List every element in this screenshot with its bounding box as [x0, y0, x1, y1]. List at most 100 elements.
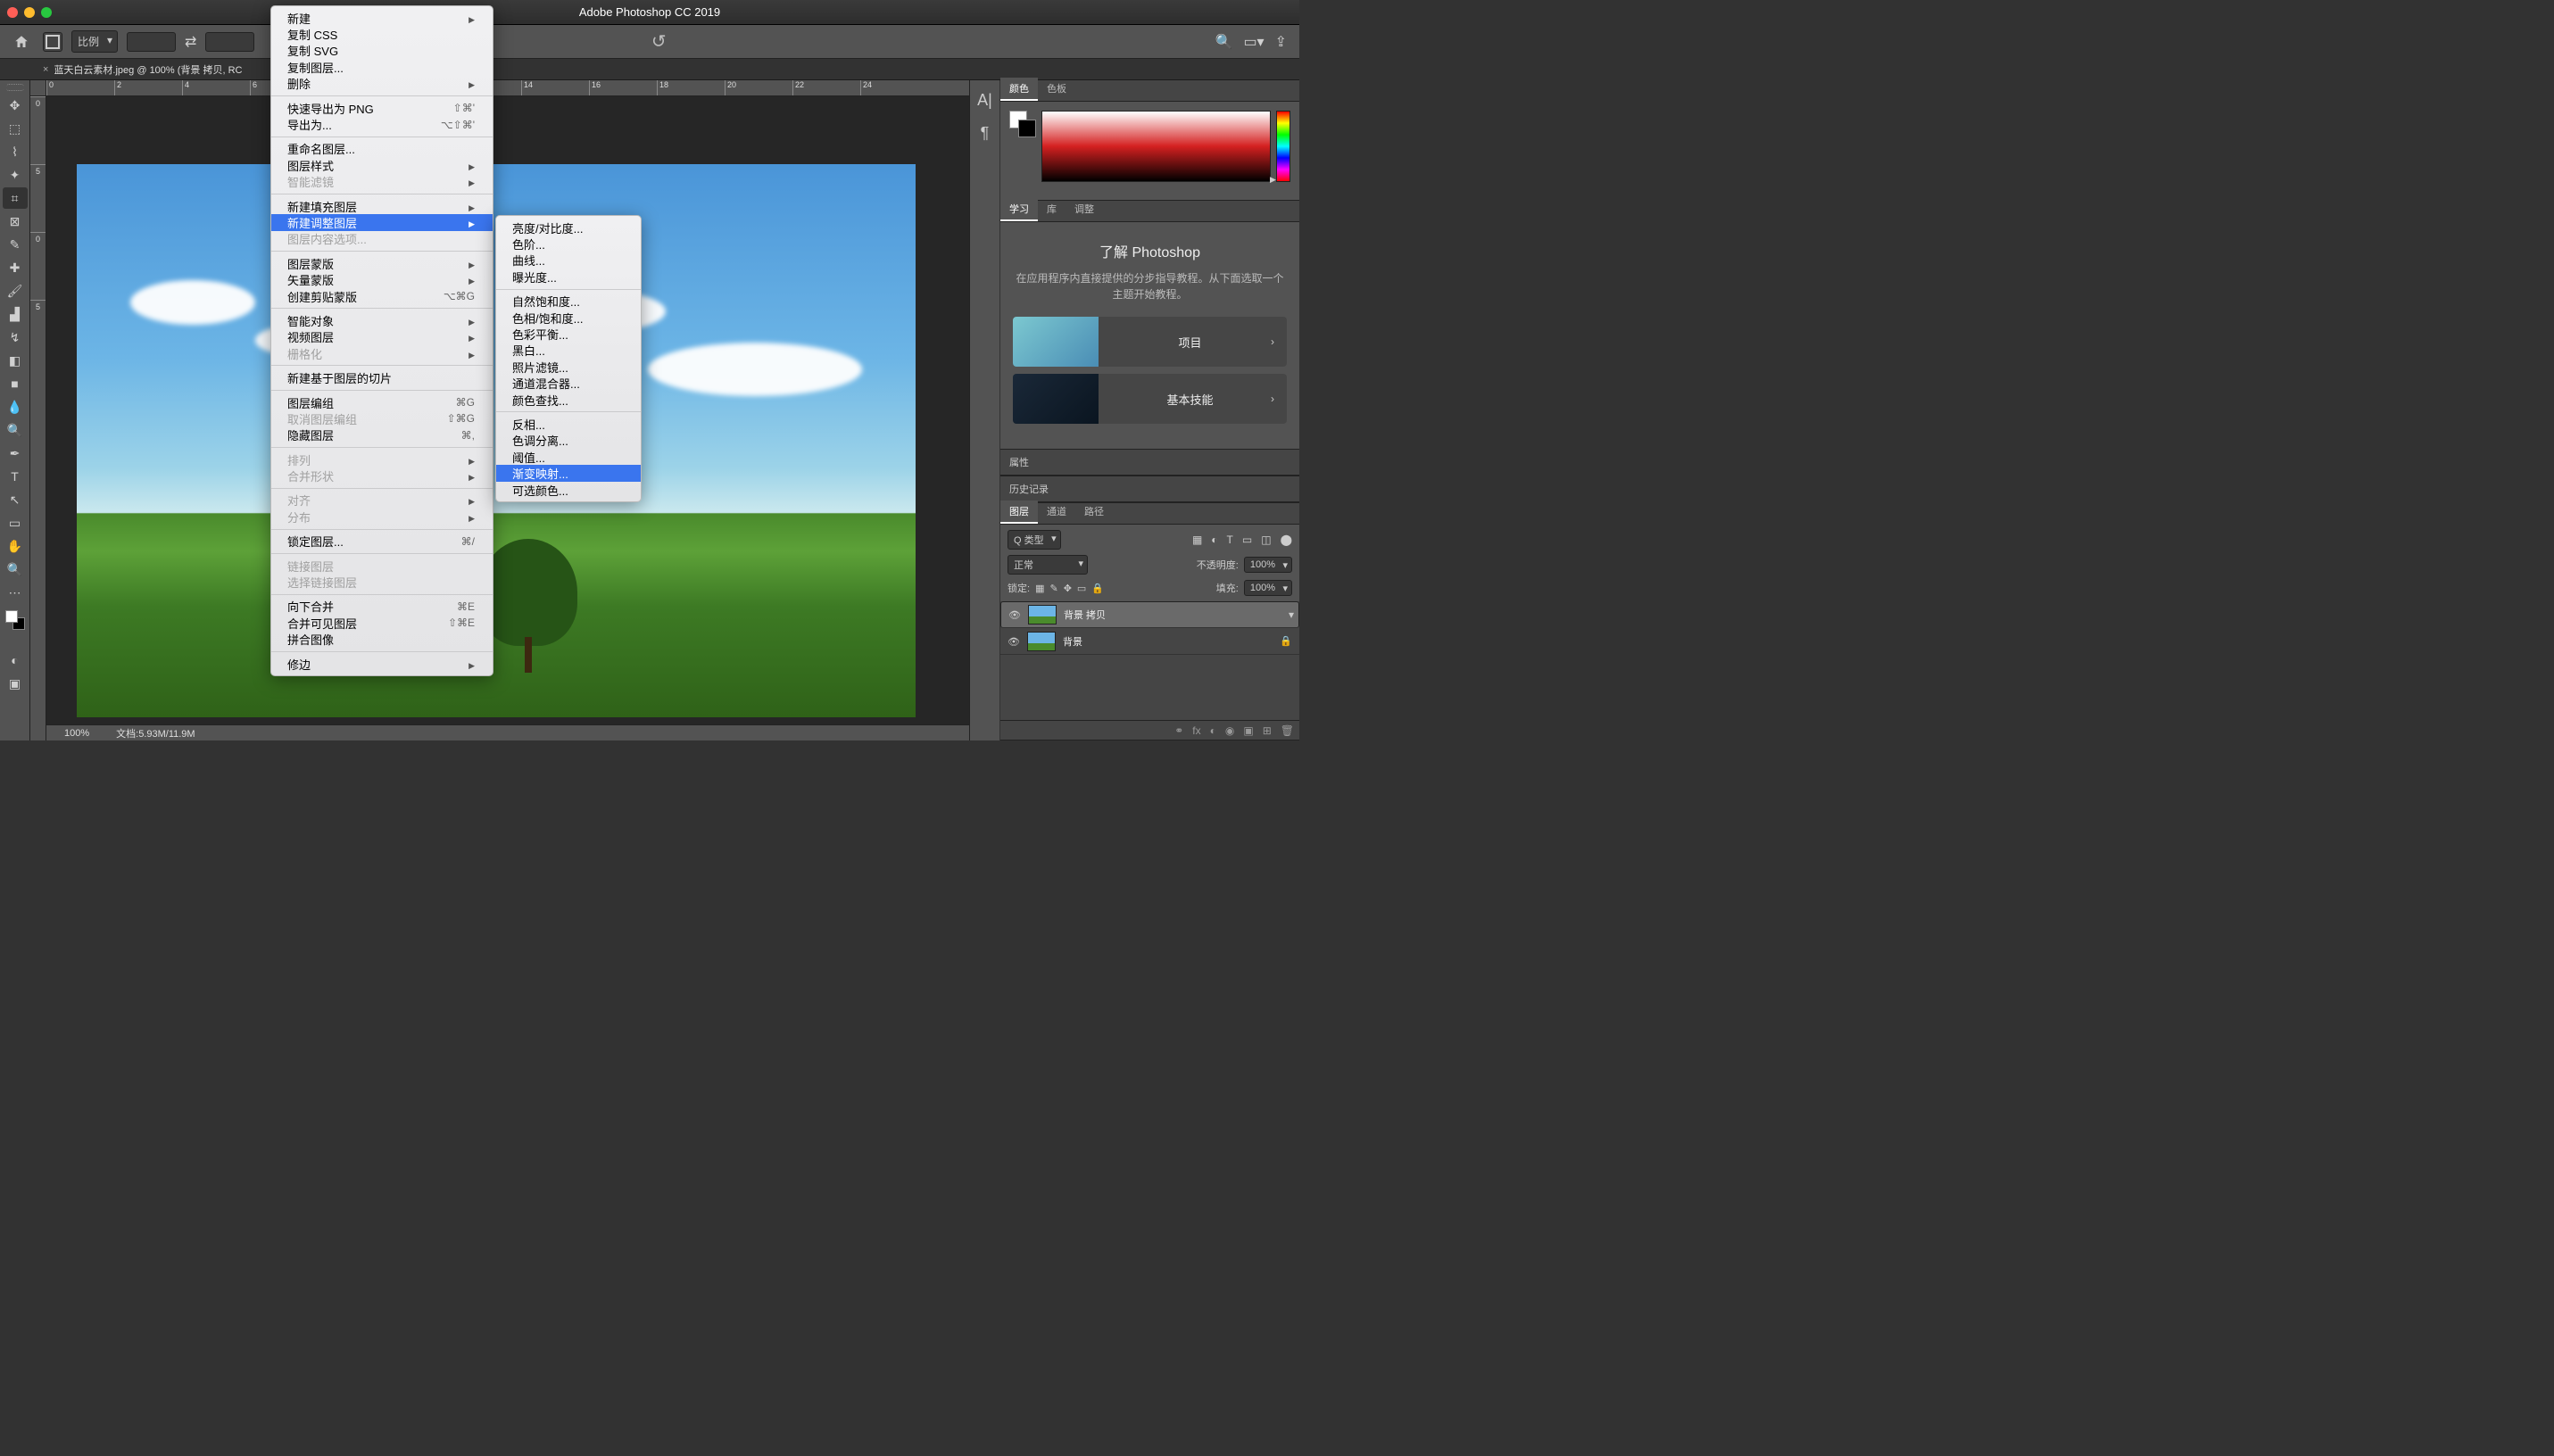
- lock-pos-icon[interactable]: ✥: [1064, 583, 1072, 594]
- menu-item[interactable]: 创建剪贴蒙版⌥⌘G: [271, 288, 493, 304]
- ruler-origin[interactable]: [30, 80, 46, 96]
- menu-item[interactable]: 颜色查找...: [496, 392, 641, 408]
- zoom-level[interactable]: 100%: [64, 728, 89, 739]
- zoom-tool[interactable]: 🔍: [3, 558, 28, 580]
- reset-icon[interactable]: [651, 30, 667, 53]
- tab-paths[interactable]: 路径: [1075, 500, 1113, 524]
- character-panel-icon[interactable]: A|: [977, 91, 992, 110]
- tab-libraries[interactable]: 库: [1038, 198, 1066, 221]
- shape-tool[interactable]: ▭: [3, 512, 28, 534]
- menu-item[interactable]: 快速导出为 PNG⇧⌘': [271, 100, 493, 116]
- panel-bg[interactable]: [1018, 120, 1036, 137]
- visibility-icon[interactable]: [1008, 635, 1020, 648]
- hue-slider[interactable]: [1276, 111, 1290, 182]
- filter-toggle-icon[interactable]: ⬤: [1281, 534, 1292, 546]
- pen-tool[interactable]: ✒: [3, 443, 28, 464]
- move-tool[interactable]: ✥: [3, 95, 28, 116]
- menu-item[interactable]: 导出为...⌥⇧⌘': [271, 116, 493, 132]
- menu-item[interactable]: 自然饱和度...: [496, 294, 641, 310]
- tab-adjustments[interactable]: 调整: [1066, 198, 1103, 221]
- stamp-tool[interactable]: ▟: [3, 303, 28, 325]
- crop-height-input[interactable]: [205, 32, 254, 52]
- crop-width-input[interactable]: [127, 32, 176, 52]
- close-tab-icon[interactable]: ×: [43, 64, 48, 75]
- panel-fg-bg[interactable]: [1009, 111, 1036, 137]
- quick-mask[interactable]: ◐: [3, 649, 28, 671]
- delete-layer-icon[interactable]: 🗑: [1281, 724, 1294, 737]
- menu-item[interactable]: 修边: [271, 656, 493, 672]
- layer-fx-icon[interactable]: fx: [1192, 724, 1200, 737]
- home-button[interactable]: [9, 29, 34, 54]
- menu-item[interactable]: 图层样式: [271, 157, 493, 173]
- screen-mode[interactable]: ▣: [3, 673, 28, 694]
- type-tool[interactable]: T: [3, 466, 28, 487]
- frame-tool[interactable]: ⊠: [3, 211, 28, 232]
- tab-color[interactable]: 颜色: [1000, 78, 1038, 101]
- menu-item[interactable]: 新建基于图层的切片: [271, 369, 493, 385]
- lock-trans-icon[interactable]: ▦: [1035, 583, 1044, 594]
- tab-swatches[interactable]: 色板: [1038, 78, 1075, 101]
- menu-item[interactable]: 复制 SVG: [271, 43, 493, 59]
- menu-item[interactable]: 图层编组⌘G: [271, 394, 493, 410]
- menu-item[interactable]: 图层蒙版: [271, 255, 493, 271]
- new-adjustment-icon[interactable]: ◉: [1225, 724, 1234, 737]
- menu-item[interactable]: 阈值...: [496, 449, 641, 465]
- healing-tool[interactable]: ✚: [3, 257, 28, 278]
- filter-shape-icon[interactable]: ▭: [1242, 534, 1252, 546]
- learn-card-basics[interactable]: 基本技能 ›: [1013, 374, 1287, 424]
- menu-item[interactable]: 复制图层...: [271, 59, 493, 75]
- opacity-value[interactable]: 100%: [1244, 557, 1292, 573]
- layer-kind-filter[interactable]: Q 类型: [1008, 530, 1061, 550]
- swap-icon[interactable]: ⇄: [185, 33, 196, 51]
- menu-item[interactable]: 曲线...: [496, 252, 641, 269]
- lock-artboard-icon[interactable]: ▭: [1077, 583, 1086, 594]
- menu-item[interactable]: 色阶...: [496, 236, 641, 252]
- path-tool[interactable]: ↖: [3, 489, 28, 510]
- lock-icon[interactable]: 🔒: [1280, 635, 1292, 647]
- filter-adjust-icon[interactable]: ◐: [1211, 534, 1217, 546]
- menu-item[interactable]: 重命名图层...: [271, 141, 493, 157]
- aspect-ratio-select[interactable]: 比例: [71, 30, 118, 53]
- layer-thumbnail[interactable]: [1028, 605, 1057, 625]
- document-tab[interactable]: × 蓝天白云素材.jpeg @ 100% (背景 拷贝, RC: [43, 62, 242, 77]
- brush-tool[interactable]: 🖌: [3, 280, 28, 302]
- minimize-window[interactable]: [24, 7, 35, 18]
- search-icon[interactable]: 🔍: [1215, 33, 1233, 51]
- tab-channels[interactable]: 通道: [1038, 500, 1075, 524]
- dodge-tool[interactable]: 🔍: [3, 419, 28, 441]
- layer-name[interactable]: 背景: [1063, 634, 1082, 649]
- lock-paint-icon[interactable]: ✎: [1049, 583, 1057, 594]
- blur-tool[interactable]: 💧: [3, 396, 28, 418]
- gradient-tool[interactable]: ■: [3, 373, 28, 394]
- learn-card-projects[interactable]: 项目 ›: [1013, 317, 1287, 367]
- eyedropper-tool[interactable]: ✎: [3, 234, 28, 255]
- menu-item[interactable]: 渐变映射...: [496, 465, 641, 481]
- maximize-window[interactable]: [41, 7, 52, 18]
- toolbar-grip[interactable]: [6, 84, 24, 91]
- vertical-ruler[interactable]: 0505: [30, 96, 46, 740]
- properties-header[interactable]: 属性: [1000, 450, 1299, 476]
- horizontal-ruler[interactable]: 024681012141618202224: [46, 80, 969, 96]
- lock-all-icon[interactable]: 🔒: [1091, 583, 1104, 594]
- menu-item[interactable]: 色彩平衡...: [496, 326, 641, 342]
- menu-item[interactable]: 视频图层: [271, 329, 493, 345]
- paragraph-panel-icon[interactable]: ¶: [981, 124, 990, 143]
- menu-item[interactable]: 黑白...: [496, 343, 641, 359]
- lasso-tool[interactable]: ⌇: [3, 141, 28, 162]
- color-ramp[interactable]: [1041, 111, 1271, 182]
- menu-item[interactable]: 复制 CSS: [271, 26, 493, 42]
- layer-row[interactable]: 背景 拷贝: [1000, 601, 1299, 628]
- new-layer-icon[interactable]: ⊞: [1263, 724, 1272, 737]
- menu-item[interactable]: 照片滤镜...: [496, 359, 641, 375]
- visibility-icon[interactable]: [1008, 608, 1021, 621]
- foreground-color[interactable]: [5, 610, 18, 623]
- menu-item[interactable]: 曝光度...: [496, 269, 641, 285]
- menu-item[interactable]: 合并可见图层⇧⌘E: [271, 615, 493, 631]
- marquee-tool[interactable]: ⬚: [3, 118, 28, 139]
- adjustment-submenu[interactable]: 亮度/对比度...色阶...曲线...曝光度...自然饱和度...色相/饱和度.…: [495, 215, 642, 502]
- menu-item[interactable]: 隐藏图层⌘,: [271, 427, 493, 443]
- fill-value[interactable]: 100%: [1244, 580, 1292, 596]
- layer-thumbnail[interactable]: [1027, 632, 1056, 651]
- menu-item[interactable]: 色相/饱和度...: [496, 310, 641, 326]
- hand-tool[interactable]: ✋: [3, 535, 28, 557]
